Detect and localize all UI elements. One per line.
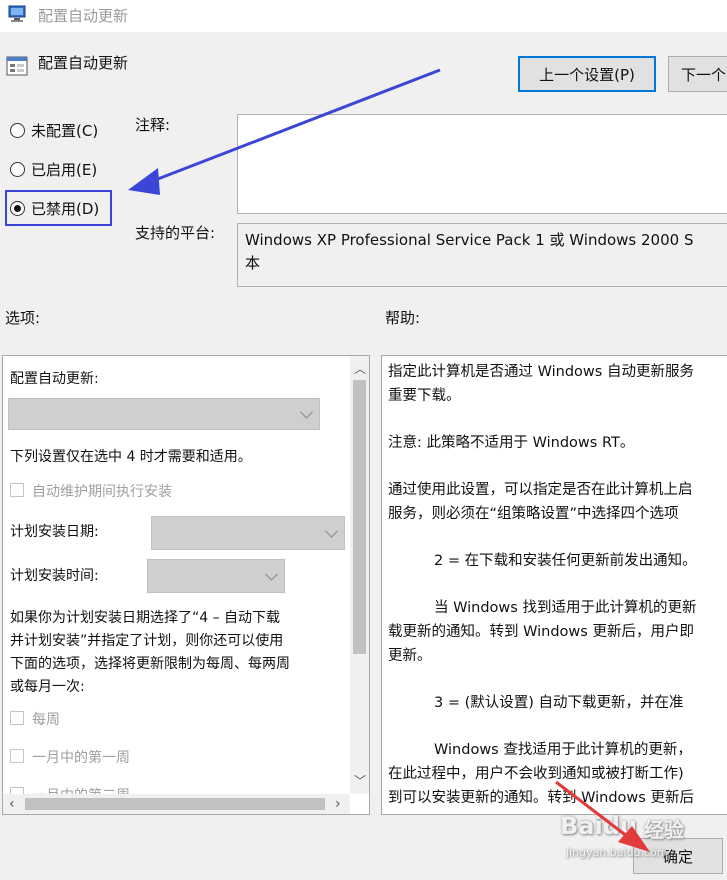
annotation-arrows: [128, 68, 650, 852]
red-arrow-icon: [555, 780, 650, 852]
blue-arrow-icon: [128, 68, 441, 195]
